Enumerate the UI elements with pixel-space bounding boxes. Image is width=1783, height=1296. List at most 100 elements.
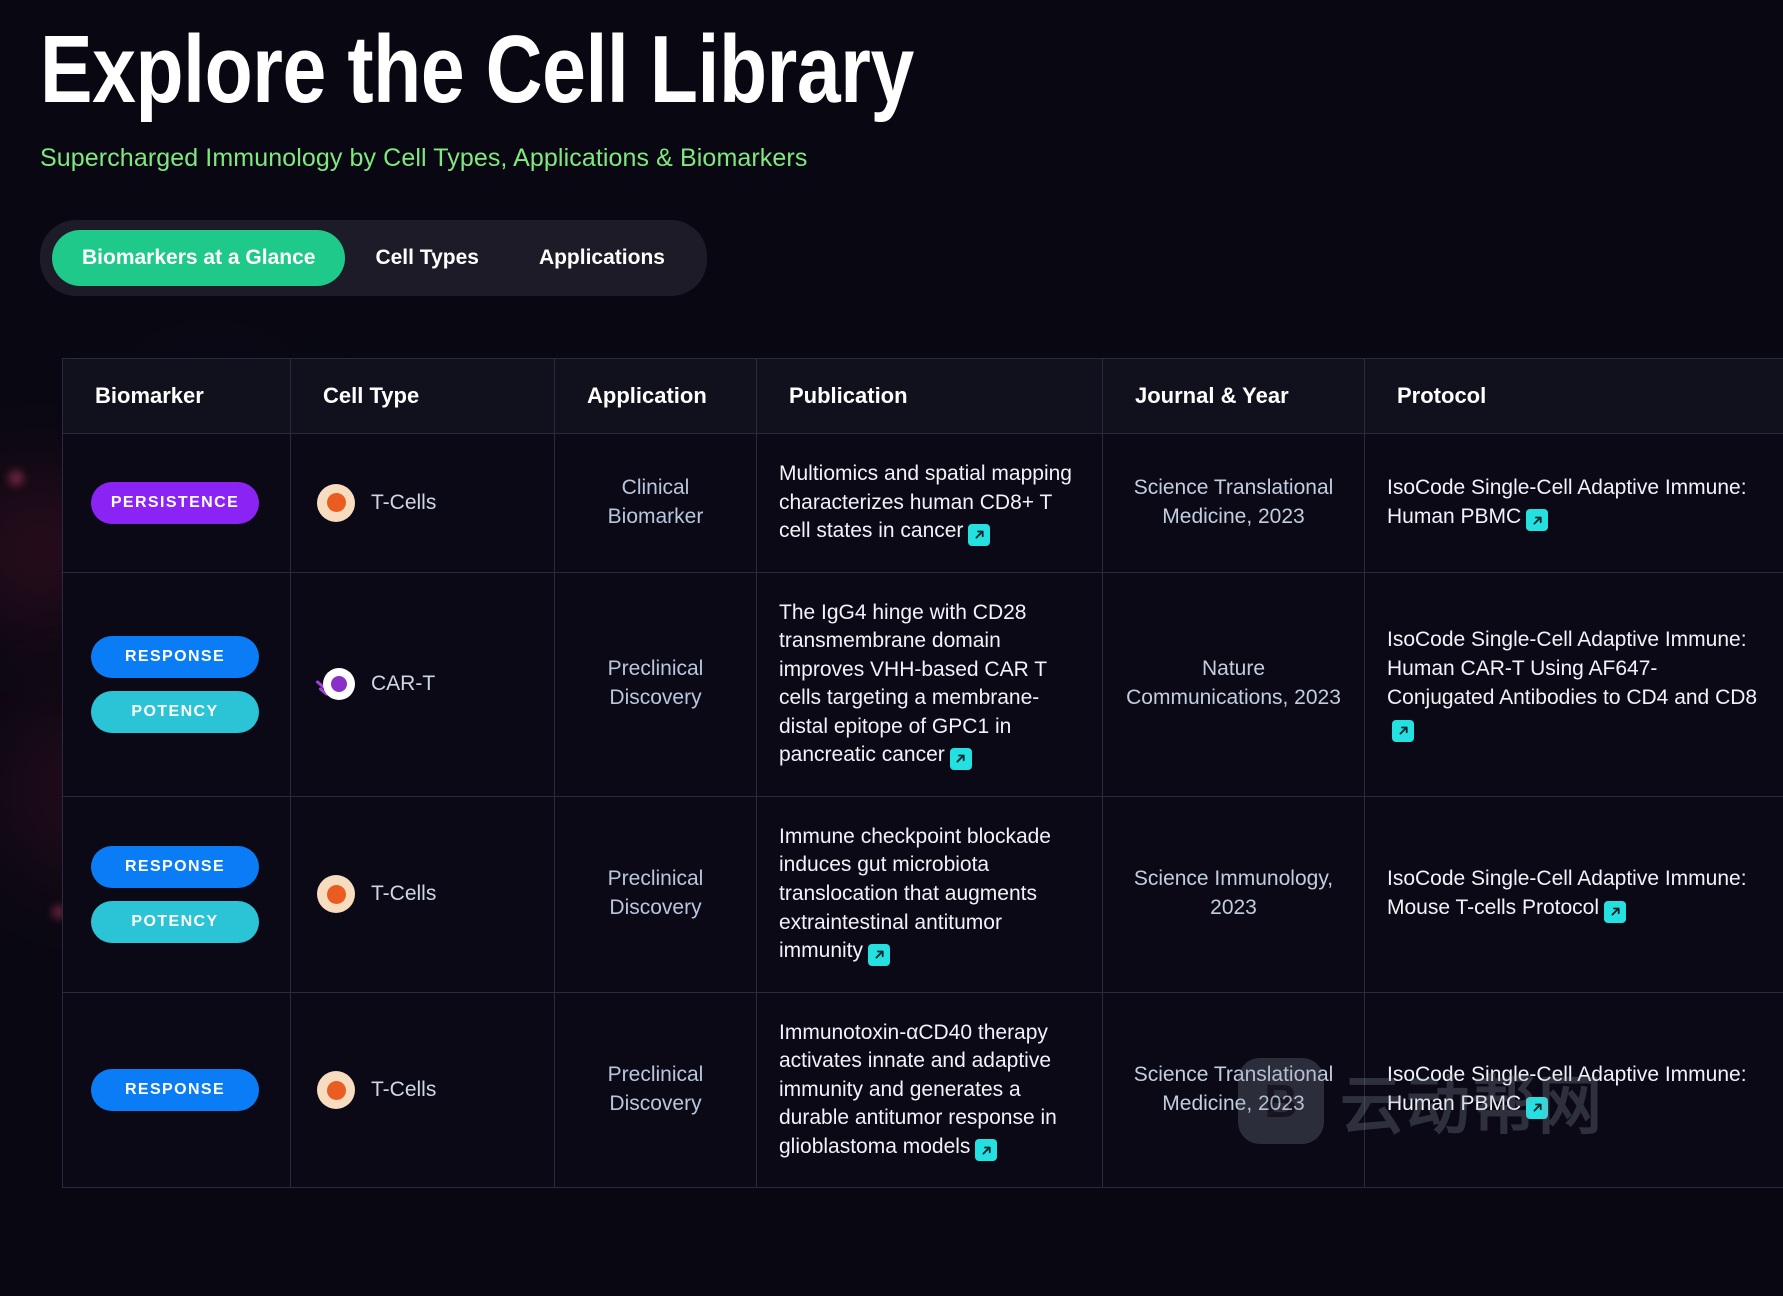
- cell-type-label: T-Cells: [371, 1078, 437, 1102]
- external-link-icon[interactable]: [949, 747, 972, 770]
- protocol-text: IsoCode Single-Cell Adaptive Immune: Hum…: [1387, 474, 1761, 532]
- publication-text: Immunotoxin-αCD40 therapy activates inna…: [779, 1019, 1080, 1162]
- table-body: PERSISTENCE T-Cells Clinical Biomarker M…: [62, 433, 1783, 1189]
- column-header-biomarker: Biomarker: [62, 358, 291, 434]
- table-row: RESPONSE POTENCY CAR-T Preclinical Disco…: [62, 571, 1783, 797]
- biomarker-badge-potency[interactable]: POTENCY: [91, 690, 259, 733]
- cell-cell-type: T-Cells: [290, 991, 555, 1189]
- cell-library-table: Biomarker Cell Type Application Publicat…: [62, 358, 1783, 1189]
- protocol-text: IsoCode Single-Cell Adaptive Immune: Mou…: [1387, 865, 1761, 923]
- cell-publication: The IgG4 hinge with CD28 transmembrane d…: [756, 571, 1103, 797]
- table-row: RESPONSE T-Cells Preclinical Discovery I…: [62, 991, 1783, 1189]
- car-t-icon: [315, 665, 355, 703]
- table-row: PERSISTENCE T-Cells Clinical Biomarker M…: [62, 433, 1783, 573]
- cell-type-group: T-Cells: [313, 875, 532, 914]
- protocol-text: IsoCode Single-Cell Adaptive Immune: Hum…: [1387, 1061, 1761, 1119]
- cell-protocol: IsoCode Single-Cell Adaptive Immune: Hum…: [1364, 571, 1783, 797]
- biomarker-badge-response[interactable]: RESPONSE: [91, 635, 259, 678]
- cell-type-label: CAR-T: [371, 672, 436, 696]
- protocol-title: IsoCode Single-Cell Adaptive Immune: Hum…: [1387, 628, 1758, 710]
- biomarker-badge-group: PERSISTENCE: [85, 481, 268, 524]
- table-row: RESPONSE POTENCY T-Cells Preclinical Dis…: [62, 795, 1783, 993]
- tab-bar: Biomarkers at a Glance Cell Types Applic…: [40, 220, 707, 296]
- cell-protocol: IsoCode Single-Cell Adaptive Immune: Hum…: [1364, 433, 1783, 573]
- cell-journal-year: Science Translational Medicine, 2023: [1102, 433, 1365, 573]
- cell-publication: Immunotoxin-αCD40 therapy activates inna…: [756, 991, 1103, 1189]
- column-header-protocol: Protocol: [1364, 358, 1783, 434]
- biomarker-badge-response[interactable]: RESPONSE: [91, 1069, 259, 1112]
- tab-cell-types[interactable]: Cell Types: [345, 230, 508, 286]
- page-subtitle: Supercharged Immunology by Cell Types, A…: [40, 143, 808, 172]
- column-header-application: Application: [554, 358, 757, 434]
- cell-type-group: T-Cells: [313, 1071, 532, 1110]
- t-cell-icon: [317, 483, 355, 522]
- cell-type-group: T-Cells: [313, 483, 532, 522]
- biomarker-badge-persistence[interactable]: PERSISTENCE: [91, 481, 259, 524]
- publication-text: The IgG4 hinge with CD28 transmembrane d…: [779, 599, 1080, 770]
- external-link-icon[interactable]: [1392, 719, 1414, 742]
- biomarker-badge-group: RESPONSE: [85, 1069, 268, 1112]
- protocol-title: IsoCode Single-Cell Adaptive Immune: Hum…: [1387, 475, 1747, 528]
- cell-type-label: T-Cells: [371, 882, 437, 906]
- cell-biomarker: RESPONSE: [62, 991, 291, 1189]
- cell-biomarker: PERSISTENCE: [62, 433, 291, 573]
- application-label: Preclinical Discovery: [607, 867, 704, 920]
- biomarker-badge-group: RESPONSE POTENCY: [85, 635, 268, 733]
- publication-title: Immune checkpoint blockade induces gut m…: [779, 824, 1051, 963]
- publication-text: Immune checkpoint blockade induces gut m…: [779, 823, 1080, 966]
- tab-biomarkers-at-a-glance[interactable]: Biomarkers at a Glance: [52, 230, 346, 286]
- journal-label: Science Translational Medicine, 2023: [1133, 475, 1334, 528]
- table-header-row: Biomarker Cell Type Application Publicat…: [62, 358, 1783, 434]
- column-header-cell-type: Cell Type: [290, 358, 555, 434]
- cell-cell-type: T-Cells: [290, 433, 555, 573]
- cell-application: Preclinical Discovery: [554, 571, 757, 797]
- external-link-icon[interactable]: [868, 943, 891, 966]
- journal-label: Nature Communications, 2023: [1126, 657, 1341, 710]
- external-link-icon[interactable]: [968, 523, 991, 546]
- cell-cell-type: T-Cells: [290, 795, 555, 993]
- cell-journal-year: Nature Communications, 2023: [1102, 571, 1365, 797]
- t-cell-icon: [317, 875, 355, 914]
- application-label: Preclinical Discovery: [607, 657, 704, 710]
- journal-label: Science Immunology, 2023: [1133, 867, 1334, 920]
- cell-cell-type: CAR-T: [290, 571, 555, 797]
- cell-application: Preclinical Discovery: [554, 795, 757, 993]
- external-link-icon[interactable]: [1604, 900, 1627, 923]
- cell-biomarker: RESPONSE POTENCY: [62, 795, 291, 993]
- cell-publication: Multiomics and spatial mapping character…: [756, 433, 1103, 573]
- external-link-icon[interactable]: [1526, 509, 1549, 532]
- cell-type-group: CAR-T: [313, 665, 532, 703]
- cell-journal-year: Science Immunology, 2023: [1102, 795, 1365, 993]
- tab-applications[interactable]: Applications: [509, 230, 695, 286]
- cell-application: Preclinical Discovery: [554, 991, 757, 1189]
- t-cell-icon: [317, 1071, 355, 1110]
- cell-type-label: T-Cells: [371, 490, 437, 514]
- hero-header: Explore the Cell Library Supercharged Im…: [40, 18, 1340, 173]
- table-head: Biomarker Cell Type Application Publicat…: [62, 358, 1783, 434]
- protocol-text: IsoCode Single-Cell Adaptive Immune: Hum…: [1387, 626, 1761, 742]
- cell-library-table-container: Biomarker Cell Type Application Publicat…: [62, 358, 1783, 1189]
- column-header-publication: Publication: [756, 358, 1103, 434]
- publication-title: The IgG4 hinge with CD28 transmembrane d…: [779, 600, 1047, 767]
- biomarker-badge-response[interactable]: RESPONSE: [91, 845, 259, 888]
- application-label: Preclinical Discovery: [607, 1063, 704, 1116]
- protocol-title: IsoCode Single-Cell Adaptive Immune: Mou…: [1387, 867, 1747, 920]
- cell-application: Clinical Biomarker: [554, 433, 757, 573]
- external-link-icon[interactable]: [1526, 1096, 1549, 1119]
- application-label: Clinical Biomarker: [607, 475, 704, 528]
- cell-journal-year: Science Translational Medicine, 2023: [1102, 991, 1365, 1189]
- publication-title: Immunotoxin-αCD40 therapy activates inna…: [779, 1020, 1057, 1158]
- cell-protocol: IsoCode Single-Cell Adaptive Immune: Mou…: [1364, 795, 1783, 993]
- publication-title: Multiomics and spatial mapping character…: [779, 462, 1072, 543]
- cell-publication: Immune checkpoint blockade induces gut m…: [756, 795, 1103, 993]
- cell-biomarker: RESPONSE POTENCY: [62, 571, 291, 797]
- column-header-journal-year: Journal & Year: [1102, 358, 1365, 434]
- biomarker-badge-potency[interactable]: POTENCY: [91, 900, 259, 943]
- external-link-icon[interactable]: [975, 1139, 998, 1162]
- cell-protocol: IsoCode Single-Cell Adaptive Immune: Hum…: [1364, 991, 1783, 1189]
- biomarker-badge-group: RESPONSE POTENCY: [85, 845, 268, 943]
- page-root: Explore the Cell Library Supercharged Im…: [0, 0, 1783, 1296]
- publication-text: Multiomics and spatial mapping character…: [779, 460, 1080, 546]
- journal-label: Science Translational Medicine, 2023: [1133, 1063, 1334, 1116]
- page-title: Explore the Cell Library: [40, 16, 914, 123]
